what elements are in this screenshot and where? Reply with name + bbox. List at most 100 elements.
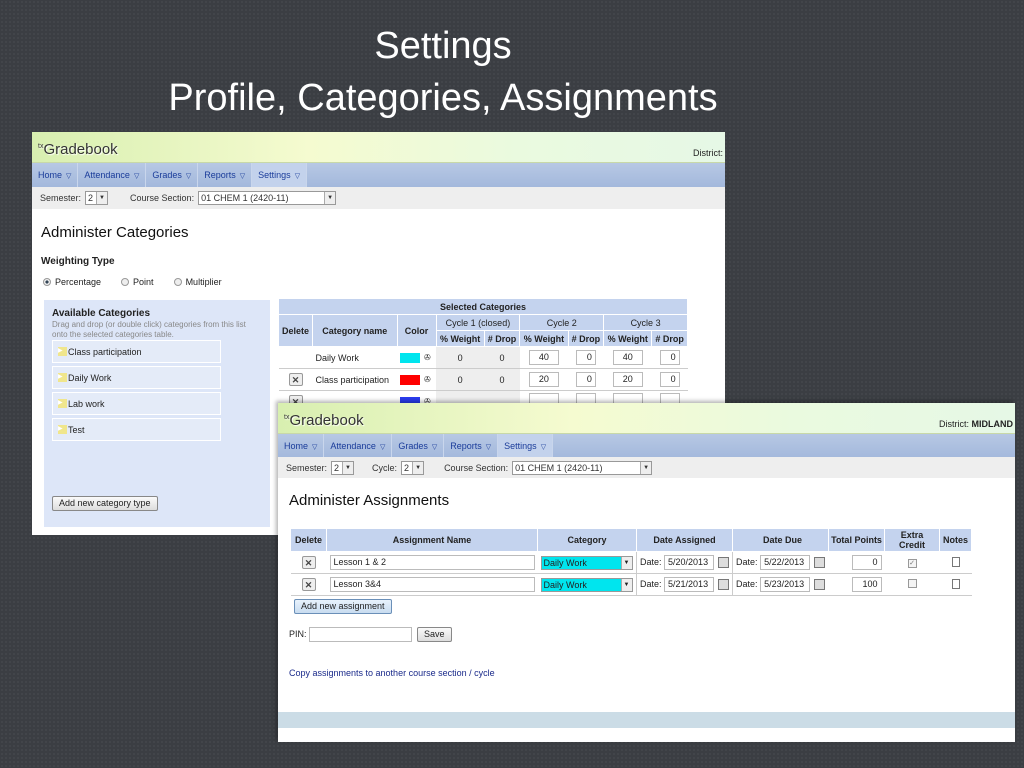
pin-label: PIN: [289,629,307,639]
category-row: ✕ Class participation ✇ 0 0 20 0 20 0 [278,368,688,391]
cycle-select[interactable]: 2 ▼ [401,460,425,475]
available-categories-panel: Available Categories Drag and drop (or d… [44,300,270,527]
chevron-down-icon: ▽ [133,173,140,180]
nav-home[interactable]: Home ▽ [32,163,79,187]
cycle-value-input[interactable]: 40 [612,350,643,365]
extra-credit-checkbox[interactable] [907,579,917,588]
chevron-down-icon: ▽ [66,173,72,180]
category-select[interactable]: Daily Work ▼ [540,577,633,592]
cycle-value-input[interactable]: 0 [659,372,680,387]
pin-input[interactable] [309,627,412,642]
cycle-value-input[interactable]: 0 [575,350,596,365]
chevron-down-icon: ▽ [239,173,246,180]
radio-icon[interactable] [121,278,130,286]
cycle-value-input[interactable]: 40 [528,350,559,365]
chevron-down-icon: ▽ [379,444,386,451]
cycle-value-input[interactable]: 20 [612,372,643,387]
logo: txGradebook [38,141,118,158]
date-assigned-input[interactable]: 5/21/2013 [664,577,715,592]
delete-button[interactable]: ✕ [301,578,316,591]
semester-select[interactable]: 2 ▼ [85,191,109,205]
folder-icon: ▶ [58,373,67,382]
add-category-type-button[interactable]: Add new category type [52,496,158,511]
weighting-label: Weighting Type [41,256,115,267]
save-button[interactable]: Save [417,627,452,642]
assignment-name-input[interactable]: Lesson 3&4 [329,577,535,592]
notes-icon[interactable] [951,556,960,567]
weighting-multiplier[interactable]: Multiplier [173,277,222,287]
folder-icon: ▶ [58,399,67,408]
nav-attendance[interactable]: Attendance ▽ [324,434,393,458]
available-category[interactable]: ▶ Daily Work [52,366,221,389]
nav-settings[interactable]: Settings ▽ [498,434,554,458]
assignment-name-input[interactable]: Lesson 1 & 2 [329,555,535,570]
available-category[interactable]: ▶ Class participation [52,340,221,363]
nav-grades[interactable]: Grades ▽ [146,163,199,187]
chevron-down-icon: ▽ [431,444,438,451]
nav-reports[interactable]: Reports ▽ [444,434,499,458]
color-picker-icon[interactable]: ✇ [424,375,431,384]
calendar-icon[interactable] [718,557,730,569]
slide-title: Settings Profile, Categories, Assignment… [168,25,718,119]
chevron-down-icon: ▽ [540,444,547,451]
assignments-screenshot: txGradebook District: MIDLAND Home ▽ Atten… [278,403,1015,742]
date-assigned-input[interactable]: 5/20/2013 [664,555,715,570]
page-title: Administer Assignments [289,492,450,509]
logo: txGradebook [284,412,364,429]
nav-grades[interactable]: Grades ▽ [392,434,445,458]
copy-assignments-link[interactable]: Copy assignments to another course secti… [289,668,495,678]
chevron-down-icon: ▽ [185,173,192,180]
chevron-down-icon: ▽ [312,444,318,451]
footer-bar [278,712,1015,728]
date-due-input[interactable]: 5/23/2013 [760,577,811,592]
filter-bar: Semester: 2 ▼ Course Section: 01 CHEM 1 (… [32,187,725,209]
calendar-icon[interactable] [718,579,730,591]
selected-categories-table: Selected Categories Delete Category name C… [277,298,688,413]
assignment-row: ✕ Lesson 1 & 2 Daily Work ▼ Date: 5/20/2013 D… [290,551,972,574]
chevron-down-icon: ▽ [294,173,301,180]
category-select[interactable]: Daily Work ▼ [540,555,633,570]
main-nav: Home ▽ Attendance ▽ Grades ▽ Reports ▽ Settings ▽ [32,163,725,187]
add-assignment-button[interactable]: Add new assignment [294,599,392,614]
radio-icon[interactable] [173,278,182,286]
assignments-table: Delete Assignment Name Category Date Assign… [290,528,972,596]
app-header: txGradebook District: MIDLAND [278,403,1015,434]
category-row: Daily Work ✇ 0 0 40 0 40 0 [278,346,688,369]
cycle-value-input[interactable]: 20 [528,372,559,387]
color-swatch[interactable] [400,374,421,385]
chevron-down-icon: ▽ [485,444,492,451]
course-section-select[interactable]: 01 CHEM 1 (2420-11) ▼ [198,191,337,205]
date-due-input[interactable]: 5/22/2013 [760,555,811,570]
course-section-select[interactable]: 01 CHEM 1 (2420-11) ▼ [512,460,653,475]
cycle-value-input[interactable]: 0 [575,372,596,387]
extra-credit-checkbox[interactable]: ✓ [907,559,917,568]
page-title: Administer Categories [41,224,189,241]
nav-settings[interactable]: Settings ▽ [252,163,308,187]
total-points-input[interactable]: 0 [851,555,882,570]
district: District: MIDLAND [938,419,1013,429]
main-nav: Home ▽ Attendance ▽ Grades ▽ Reports ▽ Settings ▽ [278,434,1015,458]
delete-button[interactable]: ✕ [301,556,316,569]
cycle-value-input[interactable]: 0 [659,350,680,365]
delete-button[interactable]: ✕ [288,373,303,386]
radio-icon[interactable] [43,278,51,286]
notes-icon[interactable] [951,578,960,589]
available-category[interactable]: ▶ Test [52,418,221,441]
assignment-row: ✕ Lesson 3&4 Daily Work ▼ Date: 5/21/2013 Dat… [290,573,972,596]
semester-select[interactable]: 2 ▼ [331,460,355,475]
weighting-point[interactable]: Point [121,277,154,287]
total-points-input[interactable]: 100 [851,577,882,592]
district: District: [693,148,723,158]
weighting-percentage[interactable]: Percentage [43,277,101,287]
calendar-icon[interactable] [814,579,826,591]
folder-icon: ▶ [58,347,67,356]
nav-home[interactable]: Home ▽ [278,434,325,458]
calendar-icon[interactable] [814,557,826,569]
color-swatch[interactable] [400,352,421,363]
available-category[interactable]: ▶ Lab work [52,392,221,415]
filter-bar: Semester: 2 ▼ Cycle: 2 ▼ Course Section: 0… [278,457,1015,478]
folder-icon: ▶ [58,425,67,434]
nav-attendance[interactable]: Attendance ▽ [78,163,147,187]
color-picker-icon[interactable]: ✇ [424,353,431,362]
nav-reports[interactable]: Reports ▽ [198,163,253,187]
